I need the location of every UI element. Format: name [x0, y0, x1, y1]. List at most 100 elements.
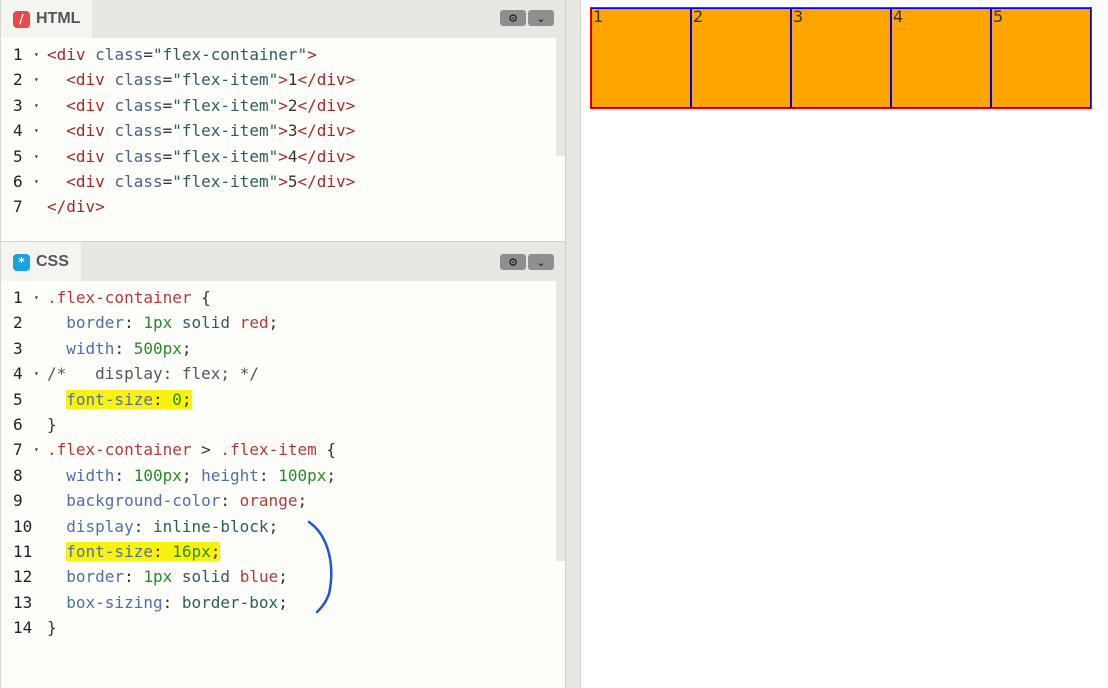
line-number: 7 — [13, 197, 23, 217]
gear-icon: ⚙ — [508, 255, 518, 269]
css-code-editor[interactable]: 1 ▾ .flex-container {2 border: 1px solid r… — [1, 281, 565, 688]
code-token: </div> — [297, 146, 356, 166]
line-number: 2 — [13, 70, 23, 90]
code-text: } — [47, 615, 57, 640]
line-gutter: 4 ▾ — [1, 118, 47, 143]
line-gutter: 5 ▾ — [1, 144, 47, 169]
fold-arrow-icon[interactable]: ▾ — [34, 93, 39, 118]
code-token: 0 — [172, 389, 182, 409]
code-token: </div> — [297, 172, 356, 191]
code-token: ; — [268, 516, 279, 536]
line-gutter: 7 ▾ — [1, 437, 47, 462]
flex-container: 12345 — [590, 7, 1092, 109]
fold-arrow-icon[interactable]: ▾ — [34, 361, 39, 386]
code-token: > — [278, 146, 288, 166]
code-token: .flex-container — [47, 440, 192, 460]
fold-arrow-icon[interactable]: ▾ — [34, 42, 39, 67]
css-asterisk-icon: * — [13, 253, 30, 271]
code-token: = — [162, 146, 173, 166]
code-token: = — [162, 70, 173, 90]
line-gutter: 9 — [1, 488, 47, 513]
code-token: ; — [326, 465, 337, 485]
code-token: red — [239, 313, 269, 333]
code-text: border: 1px solid blue; — [47, 564, 288, 589]
code-token: orange — [239, 491, 298, 511]
fold-arrow-icon[interactable]: ▾ — [34, 285, 39, 310]
line-gutter: 5 — [1, 387, 47, 412]
line-gutter: 8 — [1, 463, 47, 488]
code-text: display: inline-block; — [47, 514, 278, 539]
html-collapse-button[interactable]: ⌄ — [528, 10, 554, 26]
fold-arrow-icon[interactable]: ▾ — [34, 437, 39, 462]
line-gutter: 2 ▾ — [1, 67, 47, 92]
code-text: <div class="flex-item">4</div> — [47, 144, 355, 169]
code-token: .flex-item — [220, 440, 317, 460]
code-token: : — [152, 542, 173, 561]
code-token: class — [114, 146, 163, 166]
code-text: background-color: orange; — [47, 488, 307, 513]
css-editor-scrollbar[interactable] — [556, 281, 565, 561]
code-token: <div — [66, 146, 105, 166]
code-text: /* display: flex; */ — [47, 361, 259, 386]
fold-arrow-icon[interactable]: ▾ — [34, 118, 39, 143]
html-tab[interactable]: / HTML — [1, 0, 93, 38]
code-token: "flex-container" — [152, 45, 308, 64]
line-number: 12 — [13, 567, 33, 587]
code-token: </div> — [297, 95, 356, 115]
css-collapse-button[interactable]: ⌄ — [528, 254, 554, 270]
css-tab-label: CSS — [36, 253, 69, 270]
code-token: : — [124, 567, 144, 587]
code-token: /* display: flex; */ — [47, 364, 259, 384]
code-token: font-size — [66, 389, 153, 409]
code-token: class — [114, 172, 163, 191]
code-token: ; — [181, 338, 192, 358]
code-token: class — [114, 95, 163, 115]
code-token: > — [201, 440, 211, 460]
code-token: 16px — [172, 542, 211, 561]
code-text: border: 1px solid red; — [47, 310, 278, 335]
code-token: ; — [278, 567, 288, 587]
code-token: 3 — [287, 121, 298, 141]
css-settings-button[interactable]: ⚙ — [500, 254, 526, 270]
html-code-editor[interactable]: 1 ▾ <div class="flex-container"> 2 ▾ <div cl… — [1, 38, 565, 241]
code-token: "flex-item" — [172, 146, 279, 166]
line-gutter: 13 — [1, 590, 47, 615]
code-token: : — [152, 389, 173, 409]
code-token: : — [258, 465, 279, 485]
css-tab[interactable]: * CSS — [1, 242, 81, 282]
pane-resize-divider[interactable] — [565, 0, 581, 688]
code-token: inline-block — [152, 516, 269, 536]
code-token: width — [66, 465, 115, 485]
html-pane-header: / HTML ⚙ ⌄ — [1, 0, 565, 38]
code-token: height — [201, 465, 259, 485]
fold-arrow-icon[interactable]: ▾ — [34, 169, 39, 194]
html-settings-button[interactable]: ⚙ — [500, 10, 526, 26]
fold-arrow-icon[interactable]: ▾ — [34, 144, 39, 169]
line-gutter: 6 ▾ — [1, 169, 47, 194]
html-editor-scrollbar[interactable] — [556, 38, 565, 156]
line-number: 1 — [13, 45, 23, 64]
line-gutter: 12 — [1, 564, 47, 589]
chevron-down-icon: ⌄ — [536, 255, 546, 269]
code-token: </div> — [47, 197, 105, 217]
fold-arrow-icon[interactable]: ▾ — [34, 67, 39, 92]
line-number: 3 — [13, 338, 23, 358]
line-gutter: 2 — [1, 310, 47, 335]
code-text: <div class="flex-item">2</div> — [47, 93, 355, 118]
code-text: .flex-container > .flex-item { — [47, 437, 336, 462]
code-token: 500px — [133, 338, 182, 358]
code-token: <div — [66, 95, 105, 115]
code-token: 2 — [287, 95, 298, 115]
code-token: ; — [210, 542, 221, 561]
code-token: : — [133, 516, 153, 536]
